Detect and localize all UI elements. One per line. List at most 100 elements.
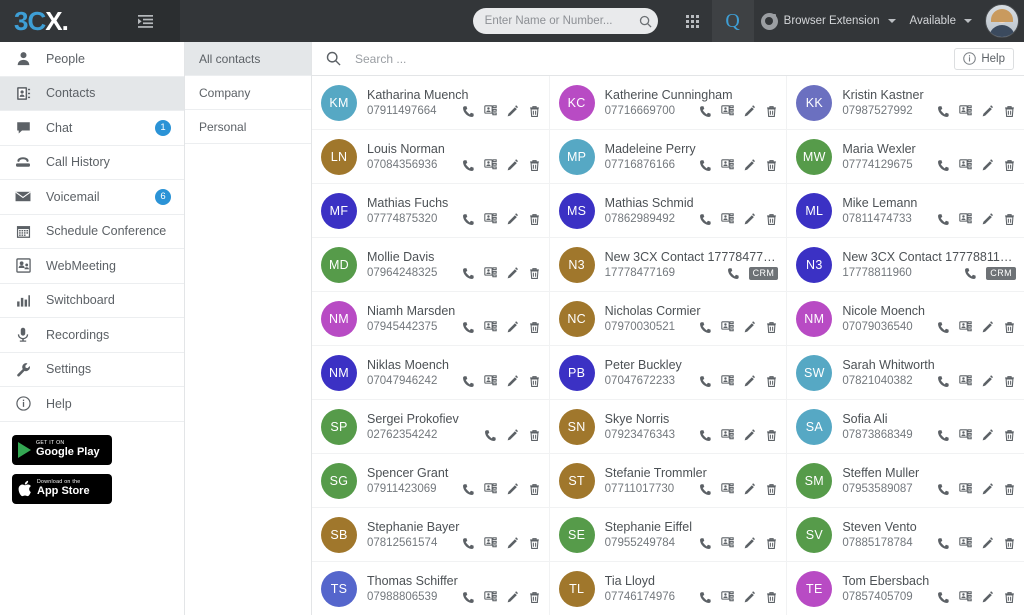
edit-icon[interactable] — [981, 375, 994, 388]
call-icon[interactable] — [462, 105, 475, 118]
sidebar-item-people[interactable]: People — [0, 42, 184, 77]
delete-icon[interactable] — [765, 105, 778, 118]
delete-icon[interactable] — [1003, 321, 1016, 334]
delete-icon[interactable] — [528, 159, 541, 172]
contact-card[interactable]: TETom Ebersbach07857405709 — [787, 562, 1024, 615]
contact-card[interactable]: KKKristin Kastner07987527992 — [787, 76, 1024, 129]
edit-icon[interactable] — [506, 483, 519, 496]
delete-icon[interactable] — [765, 537, 778, 550]
search-icon[interactable] — [326, 51, 341, 66]
call-icon[interactable] — [727, 267, 740, 280]
sidebar-item-call-history[interactable]: Call History — [0, 146, 184, 181]
google-play-badge[interactable]: GET IT ON Google Play — [12, 435, 112, 465]
edit-icon[interactable] — [506, 321, 519, 334]
call-icon[interactable] — [699, 213, 712, 226]
edit-icon[interactable] — [981, 591, 994, 604]
contact-card[interactable]: MFMathias Fuchs07774875320 — [312, 184, 549, 237]
delete-icon[interactable] — [765, 159, 778, 172]
call-icon[interactable] — [937, 213, 950, 226]
delete-icon[interactable] — [1003, 159, 1016, 172]
sidebar-toggle-button[interactable] — [110, 0, 180, 42]
call-icon[interactable] — [937, 591, 950, 604]
contact-card[interactable]: TSThomas Schiffer07988806539 — [312, 562, 549, 615]
delete-icon[interactable] — [765, 213, 778, 226]
call-icon[interactable] — [699, 105, 712, 118]
conference-icon[interactable] — [959, 213, 972, 226]
edit-icon[interactable] — [743, 213, 756, 226]
edit-icon[interactable] — [981, 213, 994, 226]
call-icon[interactable] — [699, 483, 712, 496]
edit-icon[interactable] — [743, 159, 756, 172]
call-icon[interactable] — [937, 537, 950, 550]
contact-card[interactable]: SBStephanie Bayer07812561574 — [312, 508, 549, 561]
conference-icon[interactable] — [484, 321, 497, 334]
delete-icon[interactable] — [528, 105, 541, 118]
sidebar-item-chat[interactable]: Chat1 — [0, 111, 184, 146]
conference-icon[interactable] — [721, 375, 734, 388]
contact-card[interactable]: SPSergei Prokofiev02762354242 — [312, 400, 549, 453]
call-icon[interactable] — [462, 591, 475, 604]
browser-extension-menu[interactable]: Browser Extension — [754, 0, 903, 42]
contact-card[interactable]: SWSarah Whitworth07821040382 — [787, 346, 1024, 399]
contact-card[interactable]: NMNiamh Marsden07945442375 — [312, 292, 549, 345]
edit-icon[interactable] — [743, 483, 756, 496]
app-store-badge[interactable]: Download on the App Store — [12, 474, 112, 504]
contact-card[interactable]: SEStephanie Eiffel07955249784 — [550, 508, 787, 561]
app-logo[interactable]: 3CX. — [0, 0, 110, 42]
edit-icon[interactable] — [743, 537, 756, 550]
contact-card[interactable]: MDMollie Davis07964248325 — [312, 238, 549, 291]
edit-icon[interactable] — [743, 375, 756, 388]
conference-icon[interactable] — [959, 591, 972, 604]
contact-card[interactable]: MSMathias Schmid07862989492 — [550, 184, 787, 237]
delete-icon[interactable] — [528, 537, 541, 550]
delete-icon[interactable] — [1003, 375, 1016, 388]
call-icon[interactable] — [462, 159, 475, 172]
contacts-search[interactable] — [326, 51, 954, 66]
edit-icon[interactable] — [506, 429, 519, 442]
sidebar-item-recordings[interactable]: Recordings — [0, 318, 184, 353]
conference-icon[interactable] — [721, 321, 734, 334]
delete-icon[interactable] — [1003, 591, 1016, 604]
contact-card[interactable]: N3New 3CX Contact 17778811…17778811960CR… — [787, 238, 1024, 291]
conference-icon[interactable] — [721, 429, 734, 442]
conference-icon[interactable] — [959, 321, 972, 334]
search-icon[interactable] — [639, 15, 652, 28]
delete-icon[interactable] — [1003, 537, 1016, 550]
delete-icon[interactable] — [1003, 483, 1016, 496]
conference-icon[interactable] — [959, 537, 972, 550]
conference-icon[interactable] — [721, 537, 734, 550]
call-icon[interactable] — [462, 483, 475, 496]
delete-icon[interactable] — [1003, 213, 1016, 226]
delete-icon[interactable] — [528, 429, 541, 442]
sidebar-item-webmeeting[interactable]: WebMeeting — [0, 249, 184, 284]
conference-icon[interactable] — [959, 483, 972, 496]
conference-icon[interactable] — [721, 483, 734, 496]
conference-icon[interactable] — [484, 375, 497, 388]
conference-icon[interactable] — [484, 483, 497, 496]
edit-icon[interactable] — [981, 537, 994, 550]
edit-icon[interactable] — [981, 429, 994, 442]
contact-card[interactable]: TLTia Lloyd07746174976 — [550, 562, 787, 615]
edit-icon[interactable] — [506, 537, 519, 550]
contact-card[interactable]: MLMike Lemann07811474733 — [787, 184, 1024, 237]
contact-card[interactable]: NCNicholas Cormier07970030521 — [550, 292, 787, 345]
edit-icon[interactable] — [743, 105, 756, 118]
delete-icon[interactable] — [528, 213, 541, 226]
delete-icon[interactable] — [765, 483, 778, 496]
contact-card[interactable]: MWMaria Wexler07774129675 — [787, 130, 1024, 183]
contact-card[interactable]: SMSteffen Muller07953589087 — [787, 454, 1024, 507]
call-icon[interactable] — [937, 375, 950, 388]
call-icon[interactable] — [699, 537, 712, 550]
call-icon[interactable] — [699, 159, 712, 172]
delete-icon[interactable] — [528, 591, 541, 604]
call-icon[interactable] — [462, 537, 475, 550]
help-button[interactable]: Help — [954, 48, 1014, 70]
conference-icon[interactable] — [484, 591, 497, 604]
user-avatar[interactable] — [985, 4, 1019, 38]
conference-icon[interactable] — [484, 213, 497, 226]
edit-icon[interactable] — [743, 321, 756, 334]
edit-icon[interactable] — [981, 159, 994, 172]
call-icon[interactable] — [937, 159, 950, 172]
contact-card[interactable]: SNSkye Norris07923476343 — [550, 400, 787, 453]
sidebar-item-switchboard[interactable]: Switchboard — [0, 284, 184, 319]
